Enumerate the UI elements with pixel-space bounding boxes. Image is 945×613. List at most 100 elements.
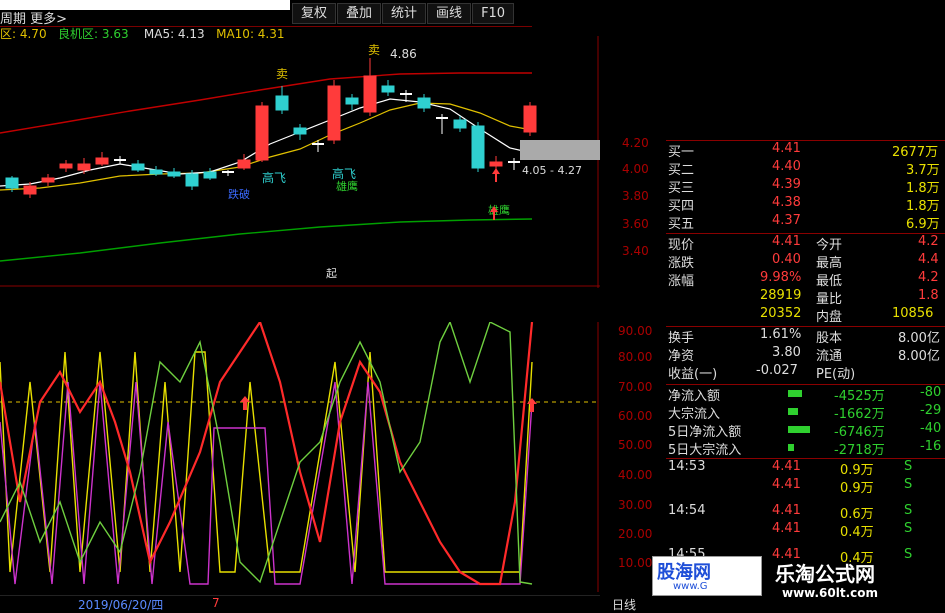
- stats-button[interactable]: 统计: [382, 3, 427, 24]
- tick-side: S: [904, 477, 913, 492]
- candle-body: [185, 173, 199, 187]
- flow-pct: -80: [920, 385, 942, 400]
- restore-rights-button[interactable]: 复权: [292, 3, 337, 24]
- candle-body: [131, 163, 145, 171]
- fund-label: 流通: [816, 349, 843, 364]
- sell-tag: 卖: [276, 67, 288, 81]
- candle-body: [167, 171, 181, 177]
- candle-body: [453, 119, 467, 129]
- price-label: 4.20: [622, 136, 649, 150]
- stat-value: 4.41: [772, 234, 801, 249]
- bid-label: 买二: [668, 163, 695, 178]
- toolbar-buttons: 复权 叠加 统计 画线 F10: [292, 3, 515, 24]
- candle-body: [255, 105, 269, 161]
- gaofei-tag: 高飞: [262, 170, 286, 185]
- stat-value: 4.2: [918, 270, 939, 285]
- osc-label: 90.00: [618, 324, 653, 338]
- tick-volume: 0.9万: [840, 463, 874, 478]
- bid-row[interactable]: 买三 4.39 1.8万: [666, 177, 945, 196]
- price-label: 4.00: [622, 162, 649, 176]
- tick-price: 4.41: [772, 503, 801, 518]
- overlay-button[interactable]: 叠加: [337, 3, 382, 24]
- fund-flow-table: 净流入额 -4525万 -80 大宗流入 -1662万 -29 5日净流入额 -…: [666, 384, 945, 458]
- stat-label: 最低: [816, 274, 843, 289]
- tick-price: 4.41: [772, 459, 801, 474]
- fund-row: 换手 1.61% 股本 8.00亿: [666, 326, 945, 346]
- ma-green-line: [0, 218, 533, 262]
- letao-logo: 乐淘公式网: [775, 562, 875, 586]
- bid-price: 4.39: [772, 177, 801, 192]
- osc-label: 70.00: [618, 380, 653, 394]
- tick-volume: 0.9万: [840, 481, 874, 496]
- stat-value: 28919: [760, 288, 802, 303]
- candle-body: [77, 163, 91, 171]
- tick-row[interactable]: 14:53 4.41 0.9万 S: [666, 458, 945, 478]
- fund-value: 8.00亿: [898, 349, 940, 364]
- tick-time: 14:54: [668, 503, 706, 518]
- bid-volume: 3.7万: [906, 163, 940, 178]
- bid-row[interactable]: 买二 4.40 3.7万: [666, 159, 945, 178]
- letao-logo-url: www.60lt.com: [782, 586, 879, 600]
- flow-bar: [788, 408, 798, 415]
- tick-price: 4.41: [772, 521, 801, 536]
- tick-side: S: [904, 547, 913, 562]
- guhai-logo: 股海网 www.G: [652, 556, 762, 596]
- candle-body: [95, 157, 109, 165]
- flow-row: 大宗流入 -1662万 -29: [666, 403, 945, 422]
- candle-body: [23, 185, 37, 195]
- candle-body: [345, 97, 359, 105]
- candle-body: [237, 159, 251, 169]
- flow-bar: [788, 390, 802, 397]
- fund-label: PE(动): [816, 367, 856, 382]
- price-label: 3.40: [622, 244, 649, 258]
- tick-side: S: [904, 521, 913, 536]
- draw-line-button[interactable]: 画线: [427, 3, 472, 24]
- oscillator-chart[interactable]: [0, 322, 600, 592]
- bottom-mark: 起: [326, 267, 337, 280]
- flow-label: 净流入额: [668, 389, 721, 404]
- stat-value: 0.40: [772, 252, 801, 267]
- fund-row: 净资 3.80 流通 8.00亿: [666, 345, 945, 364]
- bid-row[interactable]: 买四 4.38 1.8万: [666, 195, 945, 214]
- range-label: 4.05 - 4.27: [522, 164, 582, 177]
- candlestick-chart[interactable]: 卖卖4.86高飞高飞雄鹰雄鹰跌破起4.05 - 4.2700: [0, 36, 600, 288]
- xiongying-tag: 雄鹰: [488, 203, 510, 217]
- tick-row[interactable]: 4.41 0.9万 S: [666, 477, 945, 496]
- breakdown-tag: 跌破: [228, 187, 250, 201]
- stat-value: 4.2: [918, 234, 939, 249]
- bid-row[interactable]: 买五 4.37 6.9万: [666, 213, 945, 232]
- tick-row[interactable]: 14:54 4.41 0.6万 S: [666, 503, 945, 522]
- up-arrow-icon: [492, 168, 500, 182]
- bid-label: 买四: [668, 199, 695, 214]
- bid-table: 买一 4.41 2677万 买二 4.40 3.7万 买三 4.39 1.8万 …: [666, 140, 945, 232]
- candle-body: [471, 125, 485, 169]
- flow-value: -1662万: [834, 407, 885, 422]
- period-tab-day[interactable]: 日线: [612, 596, 636, 613]
- stat-label: 最高: [816, 256, 843, 271]
- tick-row[interactable]: 4.41 0.4万 S: [666, 521, 945, 540]
- high-price-label: 4.86: [390, 47, 417, 61]
- tick-table: 14:53 4.41 0.9万 S 4.41 0.9万 S 14:54 4.41…: [666, 458, 945, 566]
- stat-value: 10856: [892, 306, 934, 321]
- price-highlight-box: [520, 140, 600, 160]
- fund-value: 3.80: [772, 345, 801, 360]
- flow-label: 5日大宗流入: [668, 443, 742, 458]
- osc-label: 10.00: [618, 556, 653, 570]
- fund-row: 收益(一) -0.027 PE(动): [666, 363, 945, 382]
- candle-body: [489, 161, 503, 167]
- candle-body: [41, 177, 55, 183]
- flow-pct: -29: [920, 403, 942, 418]
- stats-row: 涨跌 0.40 最高 4.4: [666, 252, 945, 271]
- tick-side: S: [904, 459, 913, 474]
- flow-label: 大宗流入: [668, 407, 721, 422]
- flow-pct: -40: [920, 421, 942, 436]
- candle-body: [327, 85, 341, 141]
- tick-price: 4.41: [772, 477, 801, 492]
- stat-value: 1.8: [918, 288, 939, 303]
- stats-row: 28919 量比 1.8: [666, 288, 945, 307]
- bid-row[interactable]: 买一 4.41 2677万: [666, 140, 945, 160]
- candle-body: [293, 127, 307, 135]
- f10-button[interactable]: F10: [472, 3, 515, 24]
- osc-label: 60.00: [618, 409, 653, 423]
- candle-body: [417, 97, 431, 109]
